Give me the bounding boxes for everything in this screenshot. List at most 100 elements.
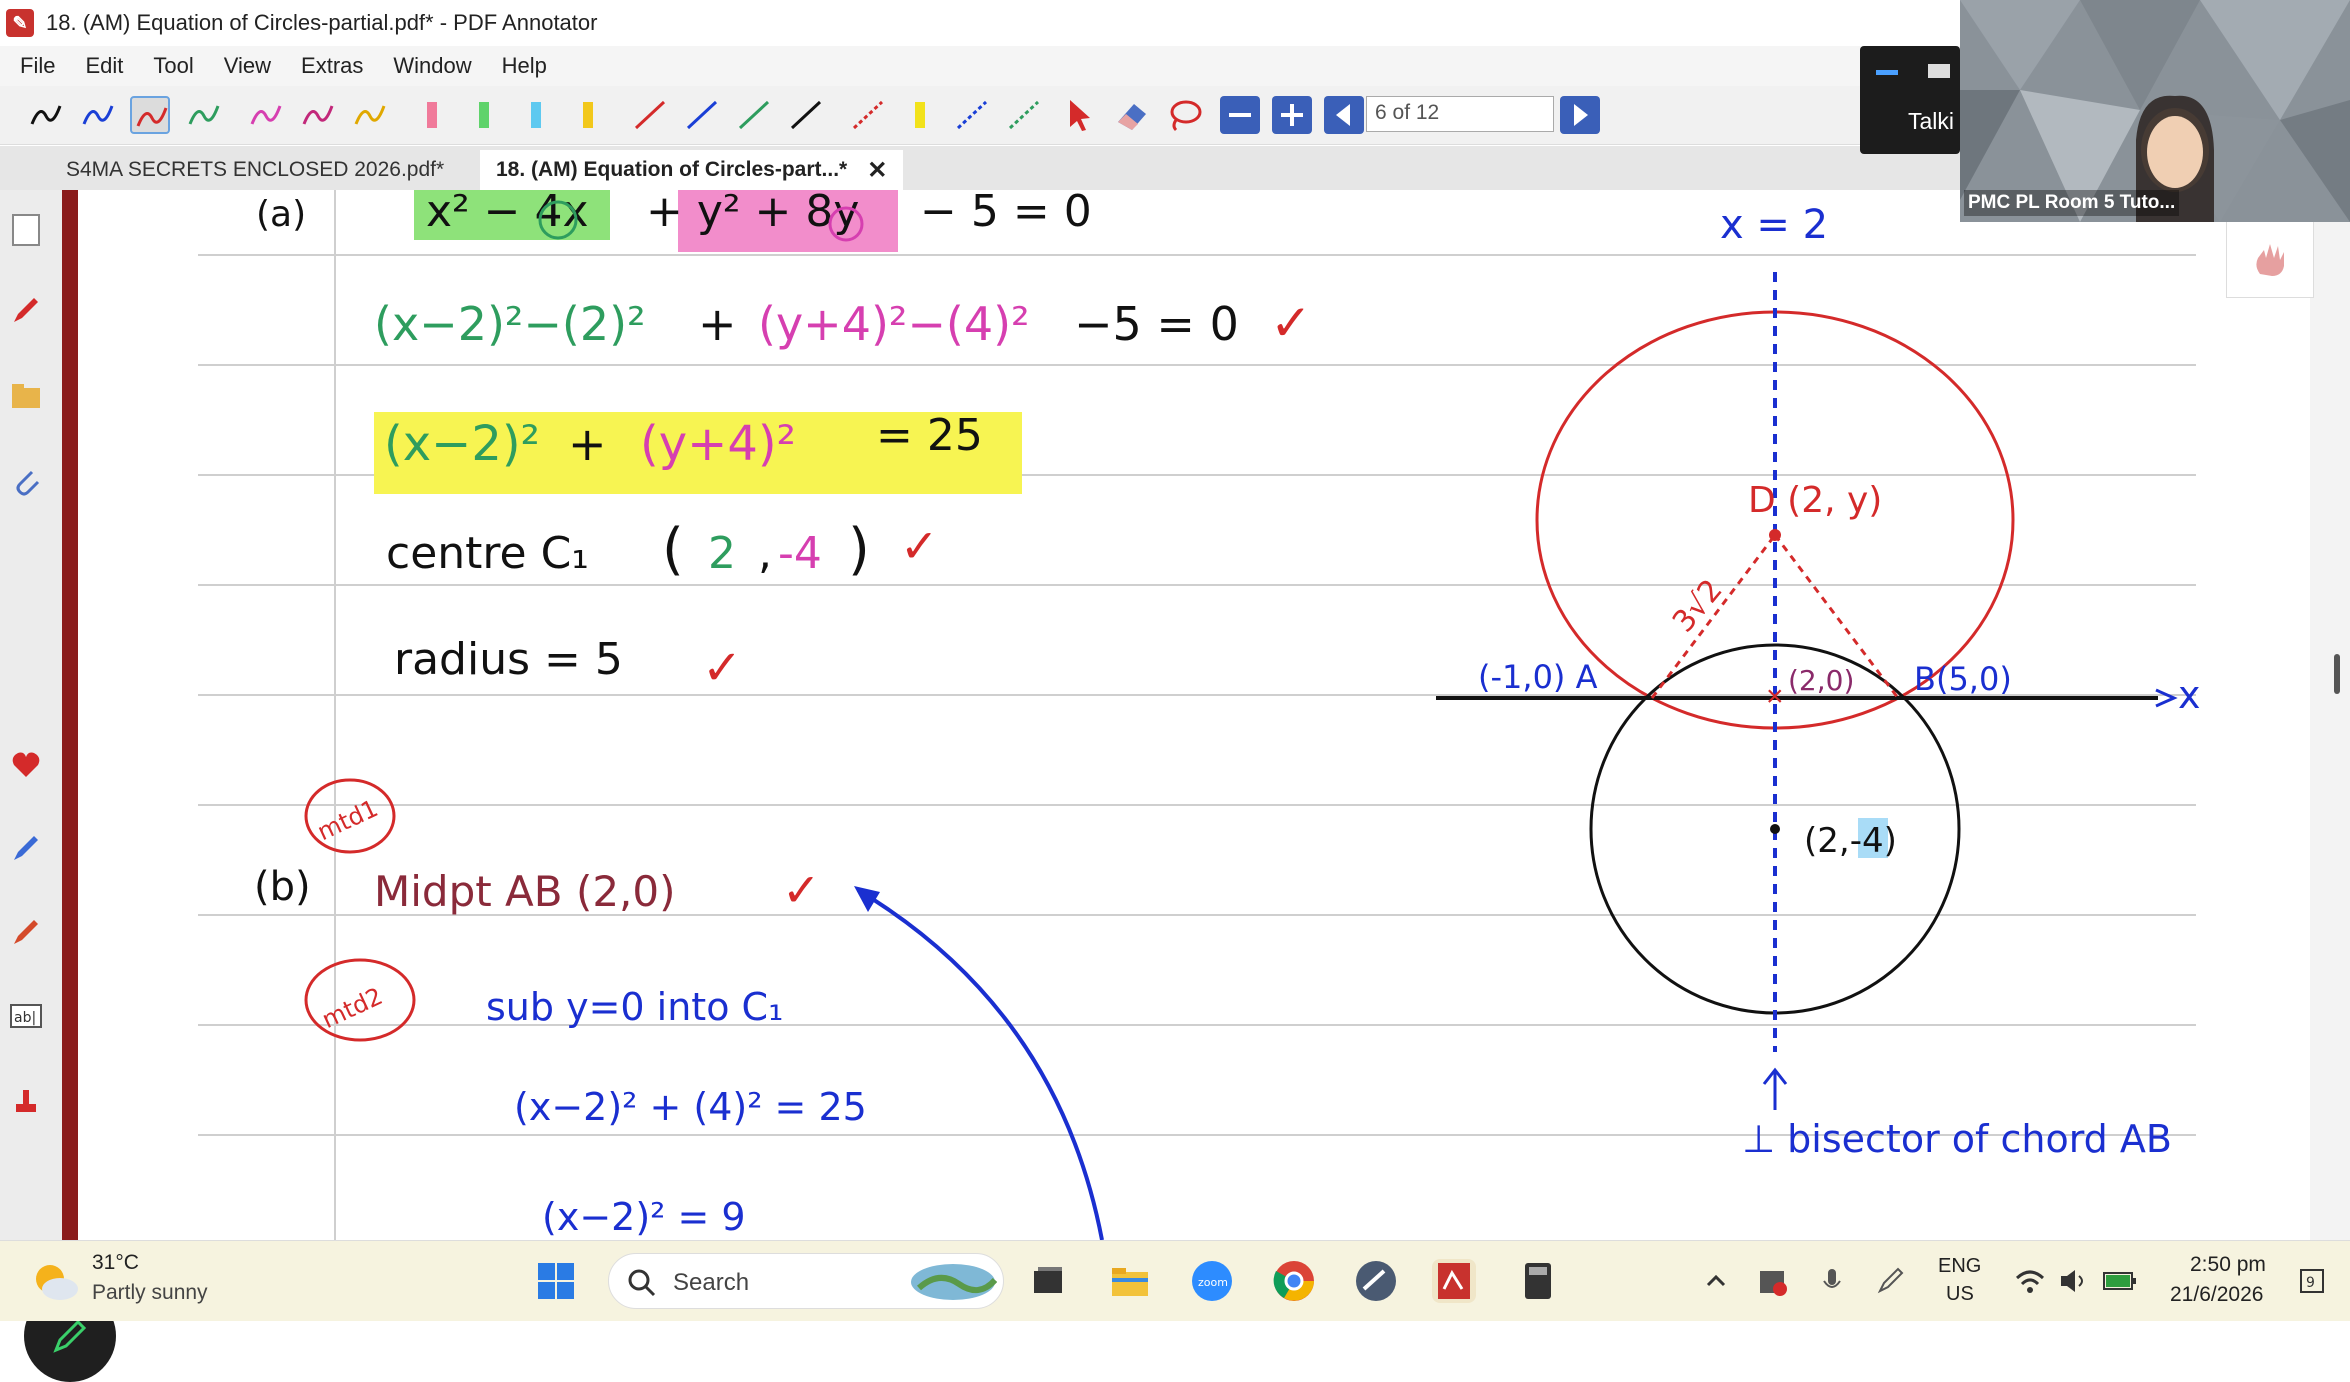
- folder-icon[interactable]: [6, 376, 46, 416]
- toolbar: 6 of 12: [0, 86, 1960, 145]
- pdf-annotator-taskbar-icon[interactable]: [1432, 1259, 1476, 1303]
- menu-file[interactable]: File: [16, 51, 59, 81]
- pen-pink-tool[interactable]: [298, 96, 338, 134]
- line-x-equals-2-label: x = 2: [1720, 202, 1828, 248]
- a-line3-y: (y+4)²: [640, 416, 796, 472]
- centre-label: centre C₁: [386, 528, 589, 579]
- clock-date[interactable]: 21/6/2026: [2170, 1283, 2263, 1307]
- menu-bar: File Edit Tool View Extras Window Help: [0, 46, 1960, 86]
- pen-sidebar-icon[interactable]: [6, 290, 46, 330]
- video-background: [1960, 0, 2350, 222]
- highlighter-green-tool[interactable]: [464, 96, 504, 134]
- select-arrow-icon[interactable]: [1060, 96, 1100, 134]
- calculator-icon[interactable]: [1516, 1259, 1560, 1303]
- zoom-in-icon[interactable]: [1272, 96, 1312, 134]
- language-indicator[interactable]: ENG: [1938, 1255, 1981, 1278]
- wifi-icon[interactable]: [2008, 1259, 2052, 1303]
- pen-magenta-tool[interactable]: [246, 96, 286, 134]
- participant-video[interactable]: PMC PL Room 5 Tuto...: [1960, 0, 2350, 222]
- weather-temperature[interactable]: 31°C: [92, 1251, 139, 1275]
- windows-start-icon[interactable]: [534, 1259, 578, 1303]
- pen-blue-tool[interactable]: [78, 96, 118, 134]
- svg-text:ab|: ab|: [14, 1010, 36, 1026]
- favorite-heart-icon[interactable]: [6, 744, 46, 784]
- eraser-icon[interactable]: [1112, 96, 1152, 134]
- pen-green-tool[interactable]: [184, 96, 224, 134]
- line-green-tool[interactable]: [734, 96, 774, 134]
- a-line1-rest: − 5 = 0: [920, 190, 1092, 237]
- talking-label: Talki: [1908, 108, 1955, 134]
- document-page[interactable]: (a) x² − 4x + y² + 8y − 5 = 0 (x−2)²−(2)…: [78, 190, 2310, 1240]
- dashed-yellow-tool[interactable]: [900, 96, 940, 134]
- weather-description[interactable]: Partly sunny: [92, 1281, 208, 1305]
- speed-app-icon[interactable]: [1354, 1259, 1398, 1303]
- check-mark: ✓: [702, 640, 742, 696]
- part-b-label: (b): [254, 864, 311, 910]
- highlighter-sidebar-icon[interactable]: [6, 912, 46, 952]
- weather-icon[interactable]: [30, 1259, 80, 1303]
- handwritten-notes-canvas[interactable]: (a) x² − 4x + y² + 8y − 5 = 0 (x−2)²−(2)…: [78, 190, 2310, 1240]
- pen-red-tool[interactable]: [130, 96, 170, 134]
- dropbox-icon[interactable]: [1750, 1259, 1794, 1303]
- task-view-icon[interactable]: [1026, 1259, 1070, 1303]
- scrollbar-thumb[interactable]: [2334, 654, 2340, 694]
- a-line3-plus: +: [568, 417, 607, 471]
- dashed-red-tool[interactable]: [848, 96, 888, 134]
- notifications-icon[interactable]: 9: [2290, 1259, 2334, 1303]
- raise-hand-button[interactable]: [2226, 218, 2314, 298]
- point-D-dot: [1769, 529, 1781, 541]
- chrome-icon[interactable]: [1272, 1259, 1316, 1303]
- dashed-blue-tool[interactable]: [952, 96, 992, 134]
- page-number-input[interactable]: 6 of 12: [1366, 96, 1554, 132]
- stamp-icon[interactable]: [6, 1080, 46, 1120]
- battery-icon[interactable]: [2098, 1259, 2142, 1303]
- b-eq2: (x−2)² = 9: [542, 1195, 746, 1239]
- keyboard-layout-indicator[interactable]: US: [1946, 1283, 1974, 1306]
- tab-secrets-enclosed[interactable]: S4MA SECRETS ENCLOSED 2026.pdf*: [50, 150, 460, 190]
- dashed-green-tool[interactable]: [1004, 96, 1044, 134]
- line-red-tool[interactable]: [630, 96, 670, 134]
- maximize-icon[interactable]: [1928, 64, 1950, 78]
- line-blue-tool[interactable]: [682, 96, 722, 134]
- menu-window[interactable]: Window: [389, 51, 475, 81]
- title-bar: ✎ 18. (AM) Equation of Circles-partial.p…: [0, 0, 1960, 46]
- clock-time[interactable]: 2:50 pm: [2190, 1253, 2266, 1277]
- highlighter-yellow-tool[interactable]: [568, 96, 608, 134]
- microphone-icon[interactable]: [1810, 1259, 1854, 1303]
- next-page-icon[interactable]: [1560, 96, 1600, 134]
- x-axis-arrow: [2155, 688, 2178, 708]
- page-edge-bar: [62, 190, 78, 1240]
- minimize-icon[interactable]: [1876, 70, 1898, 75]
- highlighter-pink-tool[interactable]: [412, 96, 452, 134]
- pen-blue-sidebar-icon[interactable]: [6, 828, 46, 868]
- centre-dot: [1770, 824, 1780, 834]
- pen-tray-icon[interactable]: [1868, 1259, 1912, 1303]
- midpoint-mark: ×: [1766, 680, 1784, 713]
- menu-tool[interactable]: Tool: [149, 51, 197, 81]
- tab-equation-of-circles[interactable]: 18. (AM) Equation of Circles-part...* ✕: [480, 150, 904, 190]
- vertical-scrollbar[interactable]: [2310, 190, 2350, 1240]
- attachment-icon[interactable]: [6, 460, 46, 500]
- taskbar-search-box[interactable]: Search: [608, 1253, 1004, 1309]
- svg-text:9: 9: [2306, 1275, 2315, 1291]
- page-thumbnail-icon[interactable]: [6, 210, 46, 250]
- file-explorer-icon[interactable]: [1108, 1259, 1152, 1303]
- volume-icon[interactable]: [2052, 1259, 2096, 1303]
- menu-edit[interactable]: Edit: [81, 51, 127, 81]
- menu-view[interactable]: View: [220, 51, 275, 81]
- a-line1-x: x² − 4x: [426, 190, 589, 237]
- highlighter-cyan-tool[interactable]: [516, 96, 556, 134]
- zoom-control-panel: Talki: [1860, 46, 1960, 154]
- menu-extras[interactable]: Extras: [297, 51, 367, 81]
- close-tab-icon[interactable]: ✕: [867, 156, 887, 185]
- zoom-out-icon[interactable]: [1220, 96, 1260, 134]
- pen-yellow-tool[interactable]: [350, 96, 390, 134]
- zoom-app-icon[interactable]: zoom: [1190, 1259, 1234, 1303]
- pen-black-tool[interactable]: [26, 96, 66, 134]
- previous-page-icon[interactable]: [1324, 96, 1364, 134]
- text-field-icon[interactable]: ab|: [6, 996, 46, 1036]
- line-black-tool[interactable]: [786, 96, 826, 134]
- lasso-icon[interactable]: [1164, 96, 1204, 134]
- menu-help[interactable]: Help: [498, 51, 551, 81]
- show-hidden-icons-icon[interactable]: [1694, 1259, 1738, 1303]
